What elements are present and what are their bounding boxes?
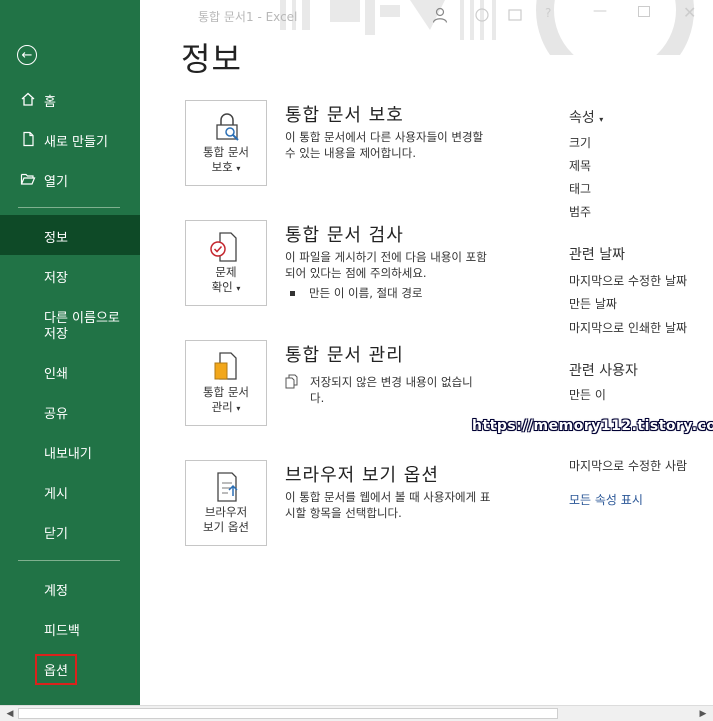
card-label-line1: 문제 [215,265,237,279]
horizontal-scrollbar[interactable]: ◀ ▶ [0,705,713,721]
sidebar-item-label: 게시 [44,487,68,502]
sidebar-item-label: 홈 [44,95,56,110]
sidebar-item-print[interactable]: 인쇄 [0,363,140,382]
manage-workbook-icon [214,352,237,380]
property-title: 제목 [569,159,592,173]
sidebar-item-export[interactable]: 내보내기 [0,443,140,462]
back-arrow-icon[interactable]: ← [17,45,37,65]
backstage-sidebar: ← 홈 새로 만들기 열기 정보 저장 다른 이름으로 저장 인쇄 공유 내보내… [0,0,140,705]
app-name: Excel [265,10,298,24]
sidebar-item-label: 공유 [44,407,68,422]
close-window-icon[interactable]: ✕ [683,3,696,22]
section-title: 통합 문서 관리 [285,345,404,366]
card-label-line2: 보호 ▾ [211,160,241,174]
sidebar-item-close[interactable]: 닫기 [0,523,140,542]
property-category: 범주 [569,205,592,219]
sidebar-item-save-as[interactable]: 다른 이름으로 저장 [0,307,140,342]
sidebar-item-label: 열기 [44,175,68,190]
sidebar-item-new[interactable]: 새로 만들기 [0,131,140,150]
properties-dropdown[interactable]: 속성 ▾ [569,107,603,127]
scrollbar-thumb[interactable] [18,708,558,719]
sidebar-divider [18,560,120,561]
property-tags: 태그 [569,182,592,196]
section-description: 이 파일을 게시하기 전에 다음 내용이 포함되어 있다는 점에 주의하세요. [285,250,487,280]
card-label-line1: 통합 문서 [203,145,249,159]
sidebar-item-label: 닫기 [44,527,68,542]
sidebar-item-label: 내보내기 [44,447,92,462]
card-label-line2: 보기 옵션 [203,520,249,534]
property-size: 크기 [569,136,592,150]
options-highlight-box [35,654,77,685]
section-title: 통합 문서 보호 [285,105,404,126]
sidebar-item-label: 저장 [44,271,68,286]
window-title: 통합 문서1 - Excel [198,8,297,25]
card-label-line2: 관리 ▾ [211,400,241,414]
page-title: 정보 [181,40,242,78]
bullet-icon [290,291,295,296]
inspect-document-icon [210,232,237,262]
sidebar-item-open[interactable]: 열기 [0,171,140,190]
check-issues-button[interactable]: 문제 확인 ▾ [185,220,267,306]
ribbon-display-icon[interactable] [508,8,522,22]
section-description: 이 통합 문서에서 다른 사용자들이 변경할 수 있는 내용을 제어합니다. [285,130,484,160]
inspect-bullet-item: 만든 이 이름, 절대 경로 [290,285,423,301]
card-label-line1: 브라우저 [204,505,248,519]
sidebar-item-label: 새로 만들기 [44,135,108,150]
related-dates-heading: 관련 날짜 [569,247,625,263]
minimize-icon[interactable]: — [593,3,607,19]
sidebar-item-save[interactable]: 저장 [0,267,140,286]
home-icon [21,92,35,106]
date-last-printed: 마지막으로 인쇄한 날짜 [569,321,688,335]
section-title: 브라우저 보기 옵션 [285,465,439,486]
help-icon[interactable]: ? [545,6,551,20]
browser-view-icon [217,472,238,502]
sidebar-item-share[interactable]: 공유 [0,403,140,422]
date-created: 만든 날짜 [569,297,617,311]
sidebar-item-label: 인쇄 [44,367,68,382]
related-people-heading: 관련 사용자 [569,363,638,379]
manage-workbook-button[interactable]: 통합 문서 관리 ▾ [185,340,267,426]
dropdown-caret-icon: ▾ [236,164,241,173]
sidebar-item-info[interactable]: 정보 [0,215,140,255]
dropdown-caret-icon: ▾ [236,284,241,293]
new-document-icon [23,131,34,147]
account-icon[interactable] [432,7,448,23]
section-title: 통합 문서 검사 [285,225,404,246]
section-description: 이 통합 문서를 웹에서 볼 때 사용자에게 표시할 항목을 선택합니다. [285,490,491,520]
sidebar-item-feedback[interactable]: 피드백 [0,620,140,639]
sidebar-item-label: 계정 [44,584,68,599]
card-label-line2: 확인 ▾ [211,280,241,294]
people-author: 만든 이 [569,388,606,402]
open-folder-icon [20,173,36,185]
sidebar-item-label: 피드백 [44,624,80,639]
document-versions-icon [285,374,298,389]
browser-view-options-button[interactable]: 브라우저 보기 옵션 [185,460,267,546]
date-last-modified: 마지막으로 수정한 날짜 [569,274,688,288]
sidebar-item-label-line2: 저장 [44,327,68,342]
sidebar-divider [18,207,120,208]
scroll-left-icon[interactable]: ◀ [2,706,18,721]
sidebar-item-home[interactable]: 홈 [0,91,140,110]
section-description: 저장되지 않은 변경 내용이 없습니다. [310,375,473,405]
title-separator: - [253,10,266,24]
card-label-line1: 통합 문서 [203,385,249,399]
people-last-modified-by: 마지막으로 수정한 사람 [569,459,688,473]
dropdown-caret-icon: ▾ [236,404,241,413]
lock-icon [216,113,239,141]
dropdown-caret-icon: ▾ [599,115,604,124]
sidebar-item-label: 정보 [44,231,68,246]
document-name: 통합 문서1 [198,10,254,24]
smiley-icon[interactable] [475,8,489,22]
watermark-text: https://memory112.tistory.com [472,418,713,434]
protect-workbook-button[interactable]: 통합 문서 보호 ▾ [185,100,267,186]
sidebar-item-publish[interactable]: 게시 [0,483,140,502]
sidebar-item-account[interactable]: 계정 [0,580,140,599]
restore-icon[interactable] [638,6,650,17]
show-all-properties-link[interactable]: 모든 속성 표시 [569,491,643,508]
scroll-right-icon[interactable]: ▶ [695,706,711,721]
